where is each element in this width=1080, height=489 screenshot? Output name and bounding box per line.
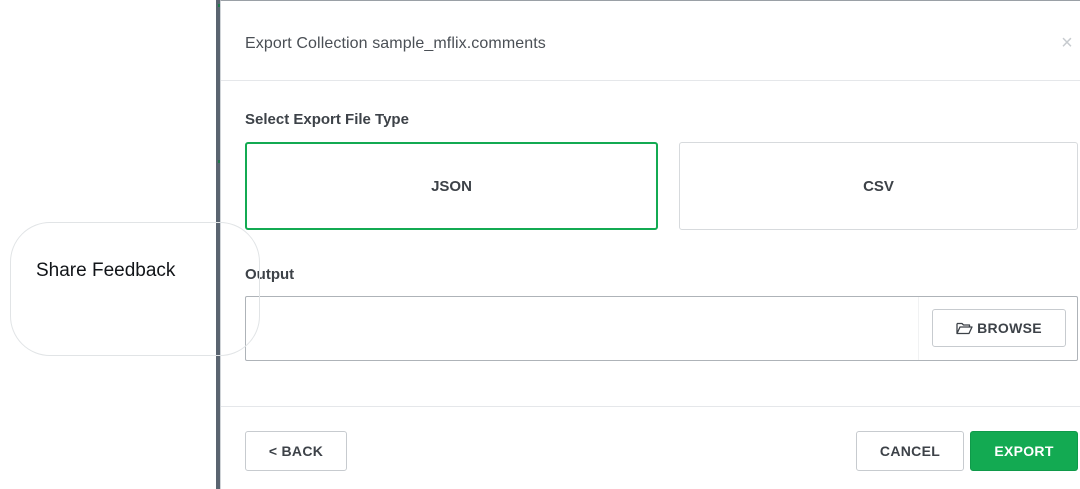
back-button[interactable]: < BACK — [245, 431, 347, 471]
modal-title: Export Collection sample_mflix.comments — [245, 35, 546, 52]
share-feedback-widget[interactable]: Share Feedback — [10, 222, 260, 356]
cancel-button[interactable]: CANCEL — [856, 431, 964, 471]
browse-button-label: BROWSE — [977, 320, 1042, 336]
folder-open-icon — [956, 322, 973, 335]
modal-header: Export Collection sample_mflix.comments … — [221, 1, 1080, 81]
export-button[interactable]: EXPORT — [970, 431, 1078, 471]
share-feedback-label: Share Feedback — [36, 260, 176, 281]
output-path-input[interactable] — [246, 297, 918, 360]
json-option-card[interactable]: JSON — [245, 142, 658, 230]
output-field: BROWSE — [245, 296, 1078, 361]
modal-footer: < BACK CANCEL EXPORT — [221, 406, 1080, 489]
json-option-label: JSON — [431, 177, 472, 195]
csv-option-card[interactable]: CSV — [679, 142, 1078, 230]
file-type-label: Select Export File Type — [245, 111, 409, 128]
export-collection-modal: Export Collection sample_mflix.comments … — [220, 0, 1080, 489]
browse-button[interactable]: BROWSE — [932, 309, 1066, 347]
output-divider — [918, 297, 919, 360]
close-icon[interactable]: × — [1057, 31, 1077, 55]
screen: Export Collection sample_mflix.comments … — [0, 0, 1080, 489]
csv-option-label: CSV — [863, 177, 894, 195]
